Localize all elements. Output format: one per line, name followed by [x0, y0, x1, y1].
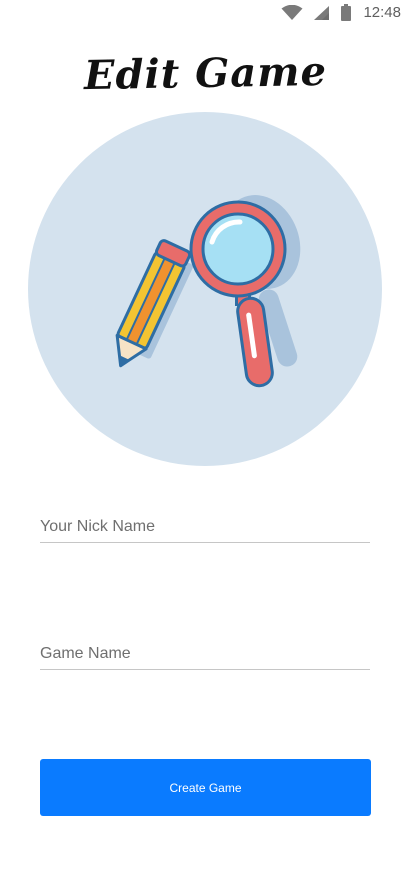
status-time: 12:48 [363, 4, 401, 21]
battery-icon [341, 4, 352, 21]
signal-icon [314, 5, 330, 20]
status-icons: 12:48 [281, 4, 401, 21]
nick-name-field[interactable] [40, 518, 370, 543]
wifi-icon [281, 4, 303, 20]
page-title: Edit Game [83, 47, 328, 100]
create-game-button[interactable]: Create Game [40, 759, 371, 816]
game-name-input[interactable] [40, 645, 370, 663]
hero-circle [28, 112, 382, 466]
nick-name-input[interactable] [40, 518, 370, 536]
game-name-field[interactable] [40, 645, 370, 670]
hero-illustration [28, 112, 382, 466]
status-bar: 12:48 [0, 0, 411, 28]
